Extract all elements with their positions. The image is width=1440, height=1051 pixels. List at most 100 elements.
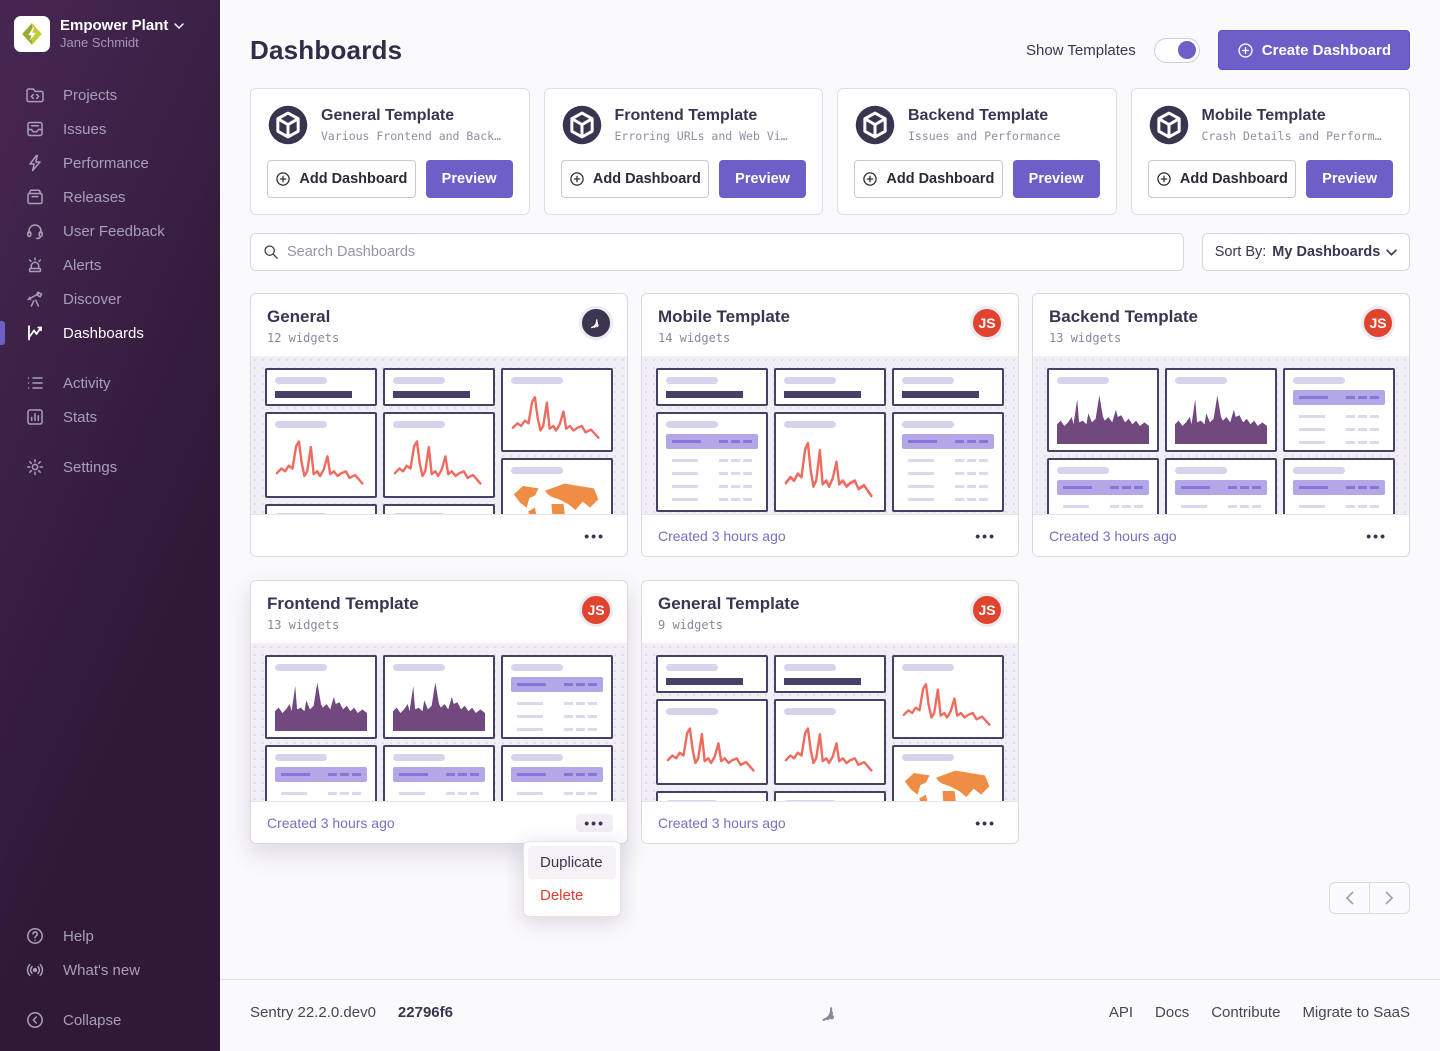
create-dashboard-button[interactable]: Create Dashboard <box>1218 30 1410 70</box>
show-templates-toggle[interactable] <box>1154 38 1200 63</box>
footer-link-contribute[interactable]: Contribute <box>1211 1004 1280 1021</box>
sidebar-item-settings[interactable]: Settings <box>0 450 220 484</box>
preview-button[interactable]: Preview <box>719 160 806 198</box>
widget-count: 13 widgets <box>1049 331 1393 345</box>
card-menu-button[interactable]: ••• <box>967 527 1004 545</box>
siren-icon <box>25 255 45 275</box>
template-row: General Template Various Frontend and Ba… <box>250 88 1410 215</box>
sidebar-item-alerts[interactable]: Alerts <box>0 248 220 282</box>
dashboard-card-mobile-template[interactable]: Mobile Template 14 widgets JS <box>641 293 1019 557</box>
telescope-icon <box>25 289 45 309</box>
dashboard-preview <box>1033 356 1409 514</box>
sidebar-item-collapse[interactable]: Collapse <box>0 1003 220 1037</box>
org-name: Empower Plant <box>60 17 168 36</box>
preview-button[interactable]: Preview <box>1306 160 1393 198</box>
context-menu-delete[interactable]: Delete <box>528 879 616 912</box>
dashboard-title: Mobile Template <box>658 307 1002 327</box>
stats-bars-icon <box>25 407 45 427</box>
template-card-frontend: Frontend Template Erroring URLs and Web … <box>544 88 824 215</box>
template-description: Issues and Performance <box>908 129 1060 143</box>
add-dashboard-button[interactable]: Add Dashboard <box>267 160 416 198</box>
sidebar-item-label: Performance <box>63 155 149 172</box>
card-menu-button[interactable]: ••• <box>576 527 613 545</box>
card-menu-button[interactable]: ••• <box>1358 527 1395 545</box>
headset-icon <box>25 221 45 241</box>
footer-link-migrate[interactable]: Migrate to SaaS <box>1302 1004 1410 1021</box>
chevron-down-icon <box>1386 249 1397 256</box>
preview-button[interactable]: Preview <box>426 160 513 198</box>
created-timestamp: Created 3 hours ago <box>267 815 395 831</box>
created-timestamp: Created 3 hours ago <box>658 815 786 831</box>
org-switcher[interactable]: Empower Plant Jane Schmidt <box>0 16 220 52</box>
sidebar-item-activity[interactable]: Activity <box>0 366 220 400</box>
sidebar-item-label: Releases <box>63 189 126 206</box>
line-chart-icon <box>25 323 45 343</box>
template-description: Crash Details and Perform… <box>1202 129 1382 143</box>
plus-circle-icon <box>1237 42 1254 59</box>
dashboard-preview <box>642 643 1018 801</box>
sort-by-dropdown[interactable]: Sort By: My Dashboards <box>1202 233 1410 271</box>
sidebar-item-whats-new[interactable]: What's new <box>0 953 220 987</box>
site-footer: Sentry 22.2.0.dev0 22796f6 API Docs Cont… <box>220 979 1440 1051</box>
sidebar-item-discover[interactable]: Discover <box>0 282 220 316</box>
pagination-prev-button[interactable] <box>1329 882 1370 914</box>
sidebar-item-performance[interactable]: Performance <box>0 146 220 180</box>
dashboard-card-backend-template[interactable]: Backend Template 13 widgets JS <box>1032 293 1410 557</box>
sidebar-item-user-feedback[interactable]: User Feedback <box>0 214 220 248</box>
search-input[interactable] <box>287 244 1171 260</box>
projects-folder-icon <box>25 85 45 105</box>
created-timestamp: Created 3 hours ago <box>658 528 786 544</box>
chevron-left-icon <box>1345 891 1354 905</box>
sidebar: Empower Plant Jane Schmidt Projects Issu… <box>0 0 220 1051</box>
dashboard-title: Backend Template <box>1049 307 1393 327</box>
user-avatar: JS <box>970 593 1004 627</box>
pagination-next-button[interactable] <box>1369 882 1410 914</box>
preview-button[interactable]: Preview <box>1013 160 1100 198</box>
sidebar-item-label: Dashboards <box>63 325 144 342</box>
version-label: Sentry 22.2.0.dev0 <box>250 1004 376 1021</box>
sidebar-item-label: Collapse <box>63 1012 121 1029</box>
sidebar-item-dashboards[interactable]: Dashboards <box>0 316 220 350</box>
footer-link-docs[interactable]: Docs <box>1155 1004 1189 1021</box>
widget-count: 14 widgets <box>658 331 1002 345</box>
sidebar-item-releases[interactable]: Releases <box>0 180 220 214</box>
sidebar-item-label: What's new <box>63 962 140 979</box>
add-dashboard-button[interactable]: Add Dashboard <box>854 160 1003 198</box>
context-menu-duplicate[interactable]: Duplicate <box>528 846 616 879</box>
main-content: Dashboards Show Templates Create Dashboa… <box>220 0 1440 1051</box>
search-box <box>250 233 1184 271</box>
user-avatar: JS <box>970 306 1004 340</box>
question-circle-icon <box>25 926 45 946</box>
dashboard-preview <box>251 643 627 801</box>
issues-inbox-icon <box>25 119 45 139</box>
dashboard-card-general[interactable]: General 12 widgets <box>250 293 628 557</box>
add-dashboard-button[interactable]: Add Dashboard <box>561 160 710 198</box>
dashboard-card-frontend-template[interactable]: Frontend Template 13 widgets JS <box>250 580 628 844</box>
card-menu-button[interactable]: ••• <box>576 814 613 832</box>
user-avatar: JS <box>1361 306 1395 340</box>
sidebar-item-projects[interactable]: Projects <box>0 78 220 112</box>
dashboard-card-general-template[interactable]: General Template 9 widgets JS <box>641 580 1019 844</box>
sidebar-item-label: Activity <box>63 375 111 392</box>
dashboard-title: General <box>267 307 611 327</box>
created-timestamp: Created 3 hours ago <box>1049 528 1177 544</box>
sentry-avatar <box>579 306 613 340</box>
sidebar-nav: Projects Issues Performance Releases Use… <box>0 78 220 484</box>
sentry-logo-icon <box>815 998 845 1028</box>
footer-link-api[interactable]: API <box>1109 1004 1133 1021</box>
template-card-general: General Template Various Frontend and Ba… <box>250 88 530 215</box>
page-title: Dashboards <box>250 35 402 66</box>
template-name: Backend Template <box>908 107 1060 125</box>
sidebar-item-label: Discover <box>63 291 121 308</box>
sidebar-item-stats[interactable]: Stats <box>0 400 220 434</box>
add-dashboard-button[interactable]: Add Dashboard <box>1148 160 1297 198</box>
widget-count: 9 widgets <box>658 618 1002 632</box>
card-menu-button[interactable]: ••• <box>967 814 1004 832</box>
widget-count: 12 widgets <box>267 331 611 345</box>
sidebar-item-label: Settings <box>63 459 117 476</box>
template-card-backend: Backend Template Issues and Performance … <box>837 88 1117 215</box>
plus-circle-icon <box>275 171 291 187</box>
sidebar-item-help[interactable]: Help <box>0 919 220 953</box>
sidebar-item-issues[interactable]: Issues <box>0 112 220 146</box>
cube-icon <box>854 104 896 146</box>
